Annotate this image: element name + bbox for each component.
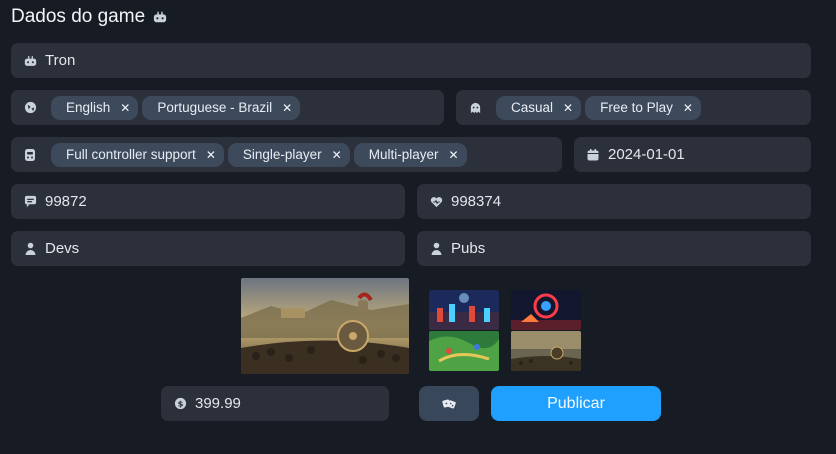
stat-right-field[interactable]: 998374 xyxy=(417,184,811,219)
page-title-row: Dados do game xyxy=(11,6,167,28)
heart-icon xyxy=(429,195,443,209)
randomize-button[interactable] xyxy=(419,386,479,421)
chip-feature: Multi-player ✕ xyxy=(353,142,467,167)
gamepad-icon xyxy=(23,54,37,68)
chip-label: Portuguese - Brazil xyxy=(157,100,273,115)
cover-image[interactable] xyxy=(241,278,409,374)
dollar-coin-icon: $ xyxy=(173,397,187,411)
remove-chip-icon[interactable]: ✕ xyxy=(563,101,573,115)
remove-chip-icon[interactable]: ✕ xyxy=(683,101,693,115)
chip-feature: Single-player ✕ xyxy=(227,142,350,167)
screenshot-4[interactable] xyxy=(511,331,581,371)
stat-left-field[interactable]: 99872 xyxy=(11,184,405,219)
screenshot-2[interactable] xyxy=(511,290,581,330)
screenshot-1[interactable] xyxy=(429,290,499,330)
controller-icon xyxy=(23,148,37,162)
genres-field[interactable]: Casual ✕ Free to Play ✕ xyxy=(456,90,811,125)
svg-text:$: $ xyxy=(177,398,183,408)
features-field[interactable]: Full controller support ✕ Single-player ✕ … xyxy=(11,137,562,172)
chip-label: Free to Play xyxy=(600,100,673,115)
publish-button-label: Publicar xyxy=(547,394,605,412)
publishers-field[interactable]: Pubs xyxy=(417,231,811,266)
chip-genre: Casual ✕ xyxy=(496,95,582,120)
developers-field[interactable]: Devs xyxy=(11,231,405,266)
developers-value[interactable]: Devs xyxy=(45,240,79,257)
chip-label: Full controller support xyxy=(66,147,196,162)
release-date-field[interactable]: 2024-01-01 xyxy=(574,137,811,172)
chip-feature: Full controller support ✕ xyxy=(51,142,224,167)
user-icon xyxy=(429,242,443,256)
game-name-value[interactable]: Tron xyxy=(45,52,75,69)
game-name-field[interactable]: Tron xyxy=(11,43,811,78)
genre-chips: Casual ✕ Free to Play ✕ xyxy=(496,95,701,120)
chat-icon xyxy=(23,195,37,209)
user-icon xyxy=(23,242,37,256)
publishers-value[interactable]: Pubs xyxy=(451,240,485,257)
dice-icon xyxy=(442,397,456,411)
remove-chip-icon[interactable]: ✕ xyxy=(449,148,459,162)
remove-chip-icon[interactable]: ✕ xyxy=(120,101,130,115)
feature-chips: Full controller support ✕ Single-player ✕ … xyxy=(51,142,467,167)
remove-chip-icon[interactable]: ✕ xyxy=(206,148,216,162)
publish-button[interactable]: Publicar xyxy=(491,386,661,421)
globe-icon xyxy=(23,101,37,115)
page-title: Dados do game xyxy=(11,6,146,27)
chip-label: Casual xyxy=(511,100,554,115)
gamepad-icon xyxy=(153,10,167,24)
stat-right-value[interactable]: 998374 xyxy=(451,193,501,210)
screenshot-3[interactable] xyxy=(429,331,499,371)
languages-field[interactable]: English ✕ Portuguese - Brazil ✕ xyxy=(11,90,444,125)
chip-label: Multi-player xyxy=(368,147,439,162)
release-date-value[interactable]: 2024-01-01 xyxy=(608,146,685,163)
calendar-icon xyxy=(586,148,600,162)
chip-label: Single-player xyxy=(242,147,322,162)
price-field[interactable]: $ 399.99 xyxy=(161,386,389,421)
remove-chip-icon[interactable]: ✕ xyxy=(282,101,292,115)
price-value[interactable]: 399.99 xyxy=(195,395,241,412)
chip-label: English xyxy=(66,100,111,115)
chip-genre: Free to Play ✕ xyxy=(585,95,701,120)
ghost-icon xyxy=(468,101,482,115)
remove-chip-icon[interactable]: ✕ xyxy=(332,148,342,162)
stat-left-value[interactable]: 99872 xyxy=(45,193,87,210)
chip-language: English ✕ xyxy=(51,95,139,120)
language-chips: English ✕ Portuguese - Brazil ✕ xyxy=(51,95,301,120)
chip-language: Portuguese - Brazil ✕ xyxy=(142,95,301,120)
